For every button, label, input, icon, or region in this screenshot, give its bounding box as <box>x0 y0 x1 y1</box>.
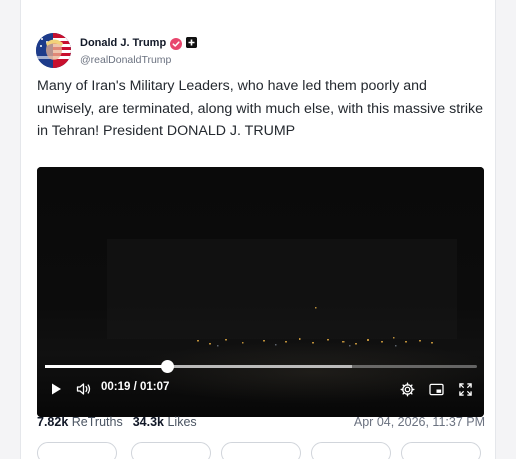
post-card: Donald J. Trump @realDonaldTrump Many of… <box>20 0 496 459</box>
retruth-button[interactable] <box>131 442 211 459</box>
likes-stat[interactable]: 34.3k Likes <box>133 415 197 429</box>
post-stats: 7.82k ReTruths 34.3k Likes Apr 04, 2026,… <box>37 413 485 431</box>
likes-label: Likes <box>167 415 197 429</box>
retruths-stat[interactable]: 7.82k ReTruths <box>37 415 123 429</box>
post-header: Donald J. Trump @realDonaldTrump <box>36 32 198 68</box>
share-button[interactable] <box>311 442 391 459</box>
video-player[interactable]: 00:19 / 01:07 <box>37 167 484 417</box>
author-block: Donald J. Trump @realDonaldTrump <box>80 35 198 66</box>
author-name[interactable]: Donald J. Trump <box>80 37 166 49</box>
retruths-label: ReTruths <box>71 415 123 429</box>
picture-in-picture-icon[interactable] <box>427 380 445 398</box>
name-row: Donald J. Trump <box>80 35 198 51</box>
video-progress-fill <box>45 365 168 368</box>
post-text: Many of Iran's Military Leaders, who hav… <box>37 78 484 139</box>
verified-badge-icon <box>170 37 183 50</box>
author-handle[interactable]: @realDonaldTrump <box>80 54 197 66</box>
video-progress-bar[interactable] <box>45 360 477 373</box>
reply-button[interactable] <box>37 442 117 459</box>
like-button[interactable] <box>221 442 301 459</box>
video-controls: 00:19 / 01:07 <box>37 378 484 400</box>
video-time-display: 00:19 / 01:07 <box>101 381 170 393</box>
gear-icon[interactable] <box>398 380 416 398</box>
avatar[interactable] <box>36 32 71 68</box>
retruths-count: 7.82k <box>37 415 69 429</box>
post-timestamp[interactable]: Apr 04, 2026, 11:37 PM <box>354 415 485 429</box>
play-icon[interactable] <box>47 380 65 398</box>
more-button[interactable] <box>401 442 481 459</box>
likes-count: 34.3k <box>132 415 164 429</box>
plus-square-icon <box>186 37 198 48</box>
volume-icon[interactable] <box>75 380 93 398</box>
fullscreen-icon[interactable] <box>456 380 474 398</box>
